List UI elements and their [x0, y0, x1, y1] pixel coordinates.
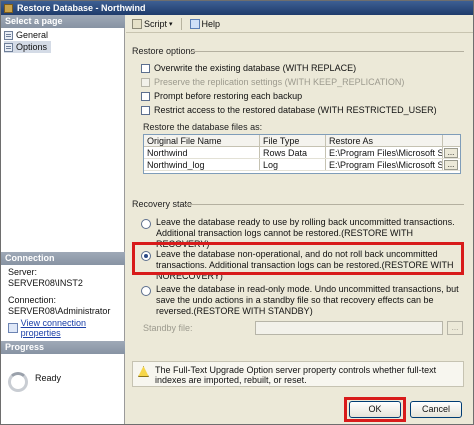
title-bar: Restore Database - Northwind [1, 1, 473, 15]
ok-highlight-box [344, 397, 406, 422]
radio-label: Leave the database in read-only mode. Un… [156, 284, 459, 316]
select-page-header: Select a page [1, 15, 125, 28]
checkbox-label: Preserve the replication settings (WITH … [154, 77, 405, 87]
radio-circle [141, 219, 151, 229]
checkbox-label: Overwrite the existing database (WITH RE… [154, 63, 357, 73]
checkbox-box [141, 77, 150, 87]
original-file-cell: Northwind [144, 147, 260, 158]
script-button[interactable]: Script ▾ [132, 18, 173, 29]
prompt-before-restore-checkbox[interactable]: Prompt before restoring each backup [141, 91, 302, 101]
keep-replication-checkbox[interactable]: Preserve the replication settings (WITH … [141, 77, 404, 87]
toolbar-separator [180, 17, 182, 30]
restore-with-standby-radio[interactable]: Leave the database in read-only mode. Un… [141, 284, 461, 317]
standby-file-label: Standby file: [143, 323, 193, 333]
connection-header: Connection [1, 252, 125, 265]
table-row[interactable]: Northwind_log Log E:\Program Files\Micro… [144, 159, 460, 171]
link-label: View connection properties [20, 318, 87, 338]
page-icon [4, 42, 13, 52]
script-label: Script [144, 18, 168, 29]
page-icon [4, 30, 13, 40]
original-file-cell: Northwind_log [144, 159, 260, 170]
checkbox-label: Prompt before restoring each backup [154, 91, 303, 101]
table-row[interactable]: Northwind Rows Data E:\Program Files\Mic… [144, 147, 460, 159]
column-header: File Type [260, 135, 326, 146]
column-header [443, 135, 460, 146]
help-button[interactable]: Help [189, 18, 221, 29]
group-divider [184, 204, 464, 205]
view-connection-properties-link[interactable]: View connection properties [8, 318, 124, 338]
browse-cell: ... [443, 159, 460, 170]
browse-button[interactable]: ... [444, 148, 458, 158]
page-item-general[interactable]: General [4, 29, 52, 41]
group-divider [190, 51, 464, 52]
page-label: General [16, 30, 49, 40]
restrict-access-checkbox[interactable]: Restrict access to the restored database… [141, 105, 437, 115]
page-label: Options [16, 42, 48, 52]
info-message: The Full-Text Upgrade Option server prop… [132, 361, 464, 387]
connection-label: Connection: [8, 295, 57, 305]
browse-button[interactable]: ... [444, 160, 458, 170]
script-icon [132, 18, 142, 29]
warning-icon [138, 366, 149, 377]
table-header: Original File Name File Type Restore As [144, 135, 460, 147]
browse-cell: ... [443, 147, 460, 158]
file-type-cell: Rows Data [260, 147, 326, 158]
checkbox-box [141, 105, 150, 115]
toolbar: Script ▾ Help [126, 15, 473, 33]
left-panel: Select a page General Options Connection… [1, 15, 125, 424]
column-header: Restore As [326, 135, 443, 146]
checkbox-box [141, 63, 150, 73]
standby-browse-button[interactable]: ... [447, 321, 463, 335]
standby-file-input[interactable] [255, 321, 443, 335]
help-label: Help [201, 18, 221, 29]
server-label: Server: [8, 267, 38, 277]
database-icon [4, 3, 13, 13]
checkbox-label: Restrict access to the restored database… [154, 105, 437, 115]
server-value: SERVER08\INST2 [8, 278, 83, 288]
window-title: Restore Database - Northwind [17, 3, 146, 13]
restore-options-group-label: Restore options [132, 46, 196, 56]
page-item-options[interactable]: Options [4, 41, 52, 53]
progress-spinner-icon [8, 372, 28, 392]
norecovery-highlight-box [132, 242, 464, 275]
restore-as-cell[interactable]: E:\Program Files\Microsoft SQL ... [326, 159, 443, 170]
cancel-button[interactable]: Cancel [410, 401, 462, 418]
properties-icon [8, 323, 18, 333]
restore-as-cell[interactable]: E:\Program Files\Microsoft SQL ... [326, 147, 443, 158]
column-header: Original File Name [144, 135, 260, 146]
overwrite-checkbox[interactable]: Overwrite the existing database (WITH RE… [141, 63, 356, 73]
info-text: The Full-Text Upgrade Option server prop… [155, 365, 437, 385]
restore-files-label: Restore the database files as: [143, 122, 263, 132]
file-type-cell: Log [260, 159, 326, 170]
progress-header: Progress [1, 341, 125, 354]
progress-status: Ready [35, 373, 62, 383]
restore-files-table: Original File Name File Type Restore As … [143, 134, 461, 174]
help-icon [189, 18, 200, 29]
chevron-down-icon: ▾ [169, 20, 173, 28]
connection-value: SERVER08\Administrator [8, 306, 111, 316]
radio-circle [141, 286, 151, 296]
restore-database-dialog: Restore Database - Northwind Select a pa… [0, 0, 474, 425]
checkbox-box [141, 91, 150, 101]
